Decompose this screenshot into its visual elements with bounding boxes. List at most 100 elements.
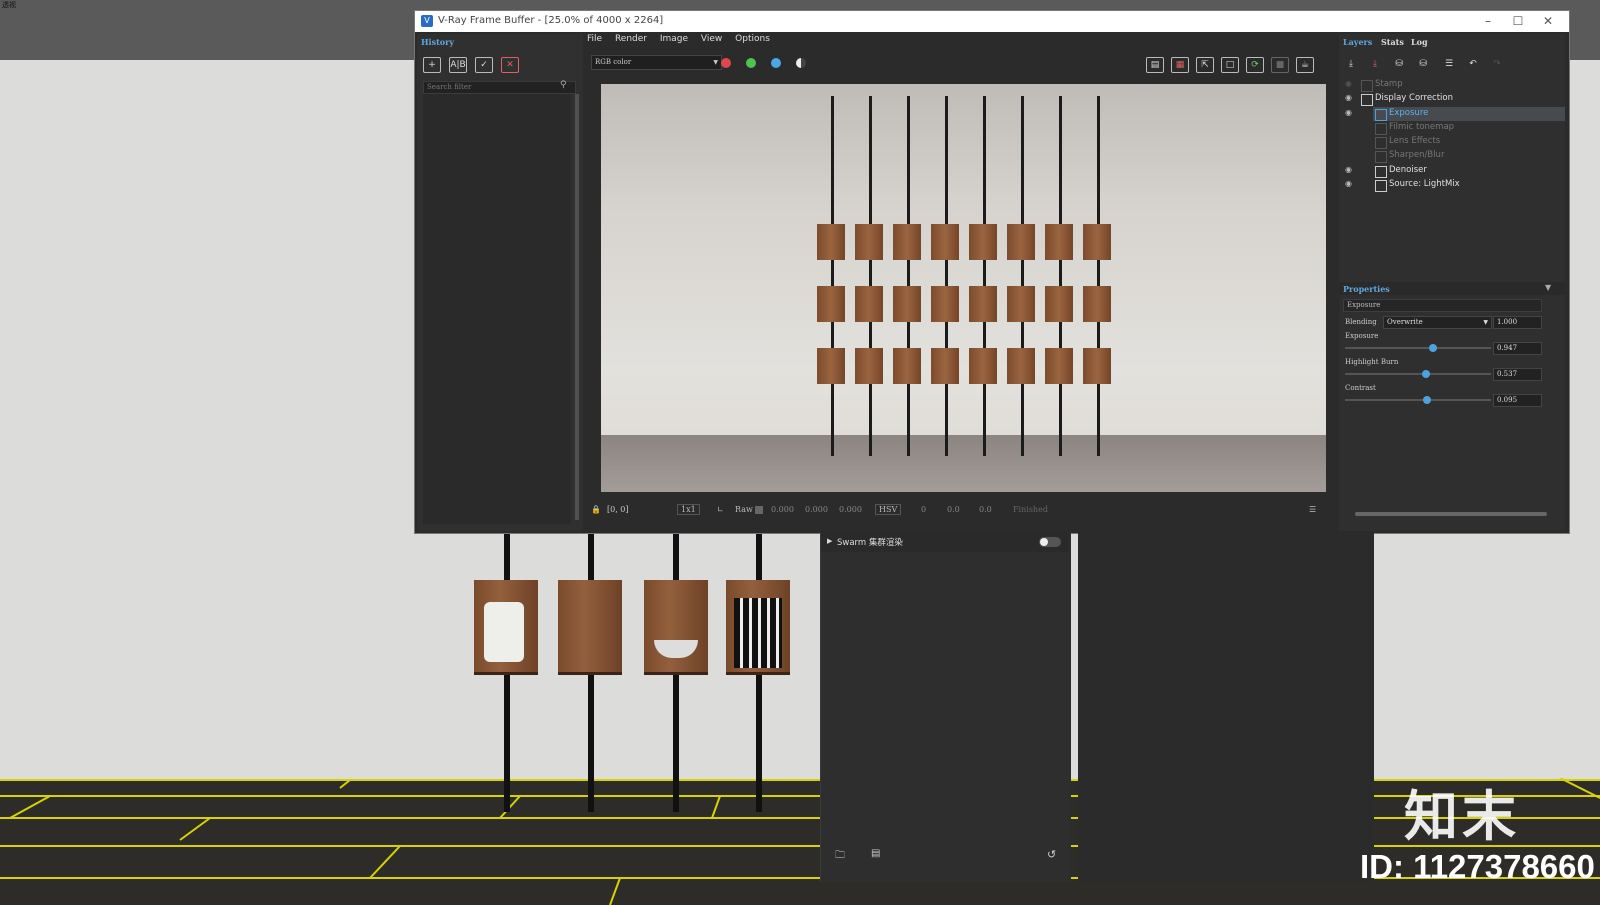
menu-image[interactable]: Image [660,34,688,44]
redo-icon[interactable]: ↷ [1489,57,1505,71]
visibility-icon[interactable]: ◉ [1345,79,1352,88]
window-titlebar[interactable]: V V-Ray Frame Buffer - [25.0% of 4000 x … [415,11,1569,32]
visibility-icon[interactable]: ◉ [1345,165,1352,174]
layer-filmic-tonemap[interactable]: Filmic tonemap [1389,121,1454,134]
save-to-history-icon[interactable]: + [423,57,441,73]
color-picker-icon[interactable]: ∟ [717,505,724,514]
load-layers-icon[interactable]: ⛁ [1415,57,1431,71]
render-board [893,224,921,260]
load-history-icon[interactable]: ✓ [475,57,493,73]
contrast-slider[interactable] [1345,396,1491,404]
swarm-header[interactable]: ▶ Swarm 集群渲染 [821,532,1069,552]
alpha-channel-icon[interactable] [796,58,806,68]
pixel-coords: [0, 0] [607,505,629,514]
exposure-slider[interactable] [1345,344,1491,352]
tab-stats[interactable]: Stats [1381,37,1404,47]
tab-layers[interactable]: Layers [1343,37,1372,47]
shelf-board [558,580,622,675]
blending-amount-input[interactable]: 1.000 [1493,316,1542,329]
track-mouse-icon[interactable]: ⇱ [1196,57,1214,73]
render-board [1007,224,1035,260]
blending-mode-value: Overwrite [1387,318,1423,326]
layer-lens-effects[interactable]: Lens Effects [1389,135,1440,148]
undo-icon[interactable]: ↶ [1465,57,1481,71]
rendered-image[interactable] [601,84,1326,492]
open-folder-icon[interactable]: 🗀 [835,848,845,865]
render-rod [945,96,948,456]
add-layer-icon[interactable]: ⤓ [1343,57,1359,71]
save-layers-icon[interactable]: ⛁ [1391,57,1407,71]
render-teapot-icon[interactable]: ☕ [1296,57,1314,73]
horizontal-scrollbar[interactable] [1355,512,1547,516]
close-icon[interactable]: ✕ [1533,13,1563,30]
menu-view[interactable]: View [701,34,722,44]
render-board [969,224,997,260]
channel-select[interactable]: RGB color ▼ [591,55,722,70]
empty-panel [1078,532,1374,882]
menu-render[interactable]: Render [615,34,647,44]
menu-file[interactable]: File [587,34,602,44]
layer-sharpen-blur[interactable]: Sharpen/Blur [1389,149,1444,162]
lock-icon[interactable]: 🔒 [591,505,601,514]
render-board [893,286,921,322]
save-image-icon[interactable]: ▤ [1146,57,1164,73]
panel-toggle-icon[interactable]: ☰ [1309,505,1316,514]
layer-list-icon[interactable]: ☰ [1441,57,1457,71]
menu-options[interactable]: Options [735,34,770,44]
sharpen-icon [1375,151,1387,163]
region-render-icon[interactable]: □ [1221,57,1239,73]
visibility-icon[interactable]: ◉ [1345,93,1352,102]
maximize-icon[interactable]: ☐ [1503,13,1533,30]
expand-arrow-icon[interactable]: ▶ [827,537,832,545]
layer-display-correction[interactable]: Display Correction [1375,92,1453,105]
zoom-select[interactable]: 1x1 [677,504,700,515]
contrast-input[interactable]: 0.095 [1493,394,1542,407]
history-scrollbar[interactable] [575,94,579,520]
red-channel-icon[interactable] [721,58,731,68]
tab-log[interactable]: Log [1411,37,1428,47]
interactive-render-icon[interactable]: ⟳ [1246,57,1264,73]
colorspace-select[interactable]: HSV [875,504,902,515]
render-board [1083,286,1111,322]
render-board [1083,348,1111,384]
layer-denoiser[interactable]: Denoiser [1389,164,1427,177]
visibility-icon[interactable]: ◉ [1345,179,1352,188]
delete-layer-icon[interactable]: ⤓ [1367,57,1383,71]
green-channel-icon[interactable] [746,58,756,68]
highlight-burn-label: Highlight Burn [1345,358,1399,366]
visibility-icon[interactable]: ◉ [1345,108,1352,117]
render-rod [907,96,910,456]
chevron-down-icon: ▼ [1483,319,1488,326]
clear-image-icon[interactable]: ▦ [1171,57,1189,73]
slider-knob[interactable] [1429,344,1437,352]
tab-history[interactable]: History [421,37,454,47]
save-icon[interactable]: ▤ [871,848,880,859]
blue-channel-icon[interactable] [771,58,781,68]
reset-icon[interactable]: ↺ [1047,848,1056,861]
layer-exposure[interactable]: Exposure [1389,107,1428,120]
blending-mode-select[interactable]: Overwrite ▼ [1383,316,1492,329]
layer-stamp[interactable]: Stamp [1375,78,1403,91]
render-board [855,224,883,260]
stop-render-icon[interactable]: ■ [1271,57,1289,73]
render-board [969,348,997,384]
render-board [817,286,845,322]
color-mode: Raw [735,505,753,514]
highlight-burn-input[interactable]: 0.537 [1493,368,1542,381]
ab-compare-icon[interactable]: A|B [449,57,467,73]
highlight-burn-slider[interactable] [1345,370,1491,378]
exposure-input[interactable]: 0.947 [1493,342,1542,355]
exposure-icon [1375,109,1387,121]
slider-knob[interactable] [1423,396,1431,404]
swarm-toggle[interactable] [1039,537,1061,547]
panel-menu-icon[interactable]: ▼ [1545,283,1551,292]
slider-knob[interactable] [1422,370,1430,378]
history-list[interactable] [423,94,571,524]
render-board [855,286,883,322]
minimize-icon[interactable]: – [1473,13,1503,30]
remove-history-icon[interactable]: ✕ [501,57,519,73]
history-search-input[interactable]: Search filter [423,81,576,94]
layer-source-lightmix[interactable]: Source: LightMix [1389,178,1460,191]
layer-icon [1361,94,1373,106]
properties-section: Exposure [1343,299,1542,312]
